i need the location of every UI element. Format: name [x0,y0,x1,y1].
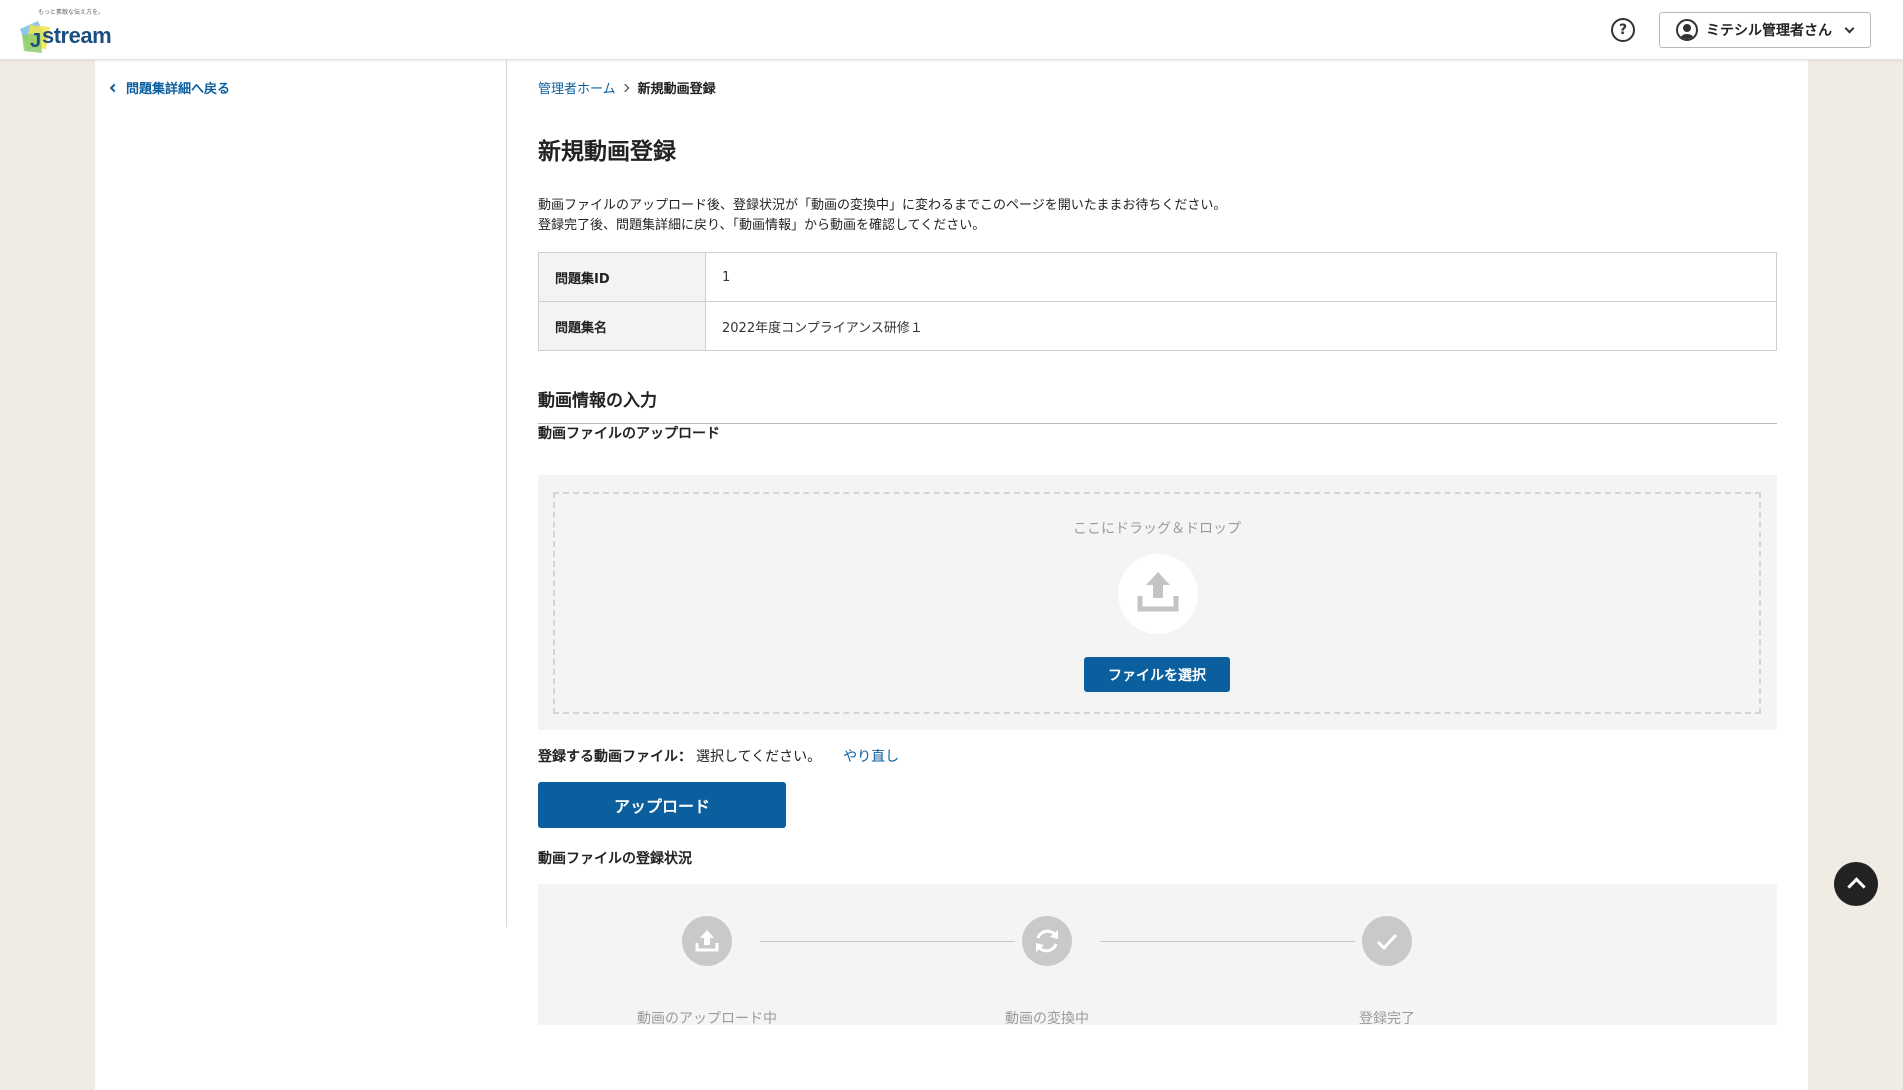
breadcrumb-home-link[interactable]: 管理者ホーム [538,78,616,97]
top-header: もっと素敵な伝え方を。 J stream ? ミテシル管理者さん [0,0,1903,60]
table-cell: 2022年度コンプライアンス研修１ [705,301,1777,351]
table-header-cell: 問題集名 [538,301,706,351]
retry-link[interactable]: やり直し [843,746,899,766]
section-title: 動画情報の入力 [538,386,1777,424]
select-file-button[interactable]: ファイルを選択 [1084,657,1230,692]
drop-zone-text: ここにドラッグ＆ドロップ [1073,521,1241,537]
status-subtitle: 動画ファイルの登録状況 [538,851,692,867]
step-label: 登録完了 [1359,1011,1415,1027]
page-description: 動画ファイルのアップロード後、登録状況が「動画の変換中」に変わるまでこのページを… [538,196,1226,236]
question-set-info-table: 問題集ID 1 問題集名 2022年度コンプライアンス研修１ [538,252,1777,351]
breadcrumb: 管理者ホーム 新規動画登録 [538,78,716,97]
page-title: 新規動画登録 [538,139,676,165]
logo-text: stream [42,23,112,48]
content-panel: 問題集詳細へ戻る 管理者ホーム 新規動画登録 新規動画登録 動画ファイルのアップ… [95,60,1808,1090]
registration-status-box: 動画のアップロード中 動画の変換中 登録完了 [538,884,1777,1027]
chevron-right-icon [620,83,629,92]
user-menu-button[interactable]: ミテシル管理者さん [1659,12,1871,48]
upload-button[interactable]: アップロード [538,782,786,828]
selected-file-value: 選択してください。 [696,749,822,765]
selected-file-row: 登録する動画ファイル： 選択してください。 やり直し [538,746,899,766]
breadcrumb-current: 新規動画登録 [637,82,716,97]
table-row: 問題集名 2022年度コンプライアンス研修１ [538,301,1777,351]
user-name: ミテシル管理者さん [1706,23,1832,39]
table-cell: 1 [705,252,1777,302]
svg-text:J: J [30,30,41,52]
table-row: 問題集ID 1 [538,252,1777,302]
step-connector [760,941,1015,942]
back-to-question-set-link[interactable]: 問題集詳細へ戻る [109,78,231,97]
check-icon [1362,916,1412,966]
logo-tagline: もっと素敵な伝え方を。 [38,9,105,16]
help-icon[interactable]: ? [1611,18,1635,42]
upload-subtitle: 動画ファイルのアップロード [538,426,720,442]
chevron-left-icon [109,83,119,92]
description-line-1: 動画ファイルのアップロード後、登録状況が「動画の変換中」に変わるまでこのページを… [538,198,1227,213]
refresh-icon [1022,916,1072,966]
scroll-to-top-button[interactable] [1834,862,1878,906]
upload-area: ここにドラッグ＆ドロップ ファイルを選択 [538,475,1777,730]
sidebar: 問題集詳細へ戻る [95,60,507,927]
selected-file-label: 登録する動画ファイル： [538,749,692,765]
table-header-cell: 問題集ID [538,252,706,302]
jstream-logo[interactable]: もっと素敵な伝え方を。 J stream [14,6,124,54]
upload-icon [1118,554,1198,634]
description-line-2: 登録完了後、問題集詳細に戻り、「動画情報」から動画を確認してください。 [538,218,986,233]
upload-icon [682,916,732,966]
chevron-down-icon [1844,23,1855,33]
step-label: 動画のアップロード中 [637,1011,777,1027]
drop-zone[interactable]: ここにドラッグ＆ドロップ ファイルを選択 [553,492,1761,714]
user-avatar-icon [1676,19,1698,41]
step-connector [1100,941,1355,942]
step-label: 動画の変換中 [1005,1011,1089,1027]
back-link-label: 問題集詳細へ戻る [126,82,231,97]
